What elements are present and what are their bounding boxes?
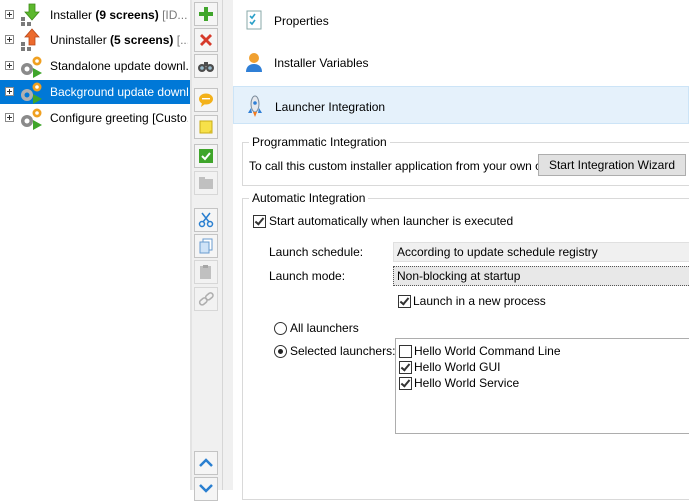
add-button[interactable]	[194, 2, 218, 26]
move-up-button[interactable]	[194, 451, 218, 475]
tree-item-label: Background update downl...	[50, 85, 188, 99]
group-title: Programmatic Integration	[249, 135, 390, 149]
start-automatically-label[interactable]: Start automatically when launcher is exe…	[269, 214, 513, 228]
launcher-label: Hello World Service	[414, 376, 520, 390]
expand-icon[interactable]	[5, 87, 14, 96]
chevron-up-icon	[199, 458, 213, 467]
tree-item-label: Installer (9 screens) [ID...	[50, 8, 188, 22]
paste-button[interactable]	[194, 260, 218, 284]
folder-icon	[199, 177, 213, 189]
tree-item-label: Uninstaller (5 screens) [...	[50, 33, 188, 47]
splitter[interactable]	[222, 0, 233, 490]
category-installer-variables[interactable]: Installer Variables	[233, 43, 689, 81]
user-icon	[246, 53, 262, 72]
copy-button[interactable]	[194, 234, 218, 258]
tree-item-background-update[interactable]: Background update downl...	[0, 80, 190, 104]
launch-new-process-checkbox[interactable]	[398, 295, 411, 308]
selected-launchers-radio[interactable]	[274, 345, 287, 358]
tree-item-configure-greeting[interactable]: Configure greeting [Custo...	[0, 106, 190, 130]
category-properties[interactable]: Properties	[233, 1, 689, 39]
screen-tree[interactable]: Installer (9 screens) [ID... Uninstaller…	[0, 0, 190, 490]
expand-icon[interactable]	[5, 35, 14, 44]
check-icon	[199, 149, 213, 163]
launch-new-process-label[interactable]: Launch in a new process	[413, 294, 546, 308]
properties-icon	[246, 10, 262, 30]
category-launcher-integration[interactable]: Launcher Integration	[233, 86, 689, 124]
all-launchers-radio[interactable]	[274, 322, 287, 335]
tree-item-uninstaller[interactable]: Uninstaller (5 screens) [...	[0, 28, 190, 52]
gear-run-icon	[21, 82, 42, 104]
group-button[interactable]	[194, 171, 218, 195]
group-title: Automatic Integration	[249, 191, 369, 205]
launcher-checkbox[interactable]	[399, 361, 412, 374]
category-label: Properties	[274, 14, 329, 28]
list-item[interactable]: Hello World Command Line	[399, 343, 679, 359]
tree-item-standalone-update[interactable]: Standalone update downl...	[0, 54, 190, 78]
vertical-toolbar	[192, 0, 222, 501]
launcher-checkbox[interactable]	[399, 377, 412, 390]
list-item[interactable]: Hello World Service	[399, 375, 679, 391]
copy-icon	[199, 238, 213, 254]
add-icon	[199, 7, 213, 21]
note-icon	[199, 120, 213, 134]
expand-icon[interactable]	[5, 10, 14, 19]
find-button[interactable]	[194, 54, 218, 78]
expand-icon[interactable]	[5, 61, 14, 70]
link-button[interactable]	[194, 287, 218, 311]
tree-item-installer[interactable]: Installer (9 screens) [ID...	[0, 3, 190, 27]
installer-icon	[21, 3, 40, 26]
gear-run-icon	[21, 108, 42, 130]
chevron-down-icon	[199, 484, 213, 493]
uninstaller-icon	[21, 28, 40, 51]
launcher-checkbox[interactable]	[399, 345, 412, 358]
rocket-icon	[248, 95, 262, 117]
start-automatically-checkbox[interactable]	[253, 215, 266, 228]
launchers-list[interactable]: Hello World Command Line Hello World GUI…	[395, 338, 689, 434]
cut-button[interactable]	[194, 208, 218, 232]
launch-mode-select[interactable]: Non-blocking at startup	[393, 266, 689, 286]
move-down-button[interactable]	[194, 477, 218, 501]
comment-button[interactable]	[194, 88, 218, 112]
list-item[interactable]: Hello World GUI	[399, 359, 679, 375]
launch-schedule-select[interactable]: According to update schedule registry	[393, 242, 689, 262]
binoculars-icon	[198, 62, 214, 72]
note-button[interactable]	[194, 115, 218, 139]
link-icon	[198, 292, 214, 306]
tree-item-label: Standalone update downl...	[50, 59, 188, 73]
tree-item-label: Configure greeting [Custo...	[50, 111, 188, 125]
delete-button[interactable]	[194, 28, 218, 52]
programmatic-integration-group: Programmatic Integration To call this cu…	[242, 135, 689, 186]
launcher-label: Hello World GUI	[414, 360, 501, 374]
launch-mode-label: Launch mode:	[269, 269, 346, 283]
integration-description: To call this custom installer applicatio…	[249, 159, 565, 173]
gear-run-icon	[21, 56, 42, 78]
all-launchers-label[interactable]: All launchers	[290, 321, 359, 335]
category-label: Launcher Integration	[275, 100, 386, 114]
scissors-icon	[198, 212, 214, 228]
delete-icon	[200, 34, 212, 46]
check-button[interactable]	[194, 144, 218, 168]
paste-icon	[200, 265, 211, 279]
launch-schedule-label: Launch schedule:	[269, 245, 364, 259]
start-integration-wizard-button[interactable]: Start Integration Wizard	[538, 154, 686, 176]
comment-icon	[199, 93, 213, 107]
launcher-label: Hello World Command Line	[414, 344, 561, 358]
selected-launchers-label[interactable]: Selected launchers:	[290, 344, 395, 358]
category-label: Installer Variables	[274, 56, 369, 70]
expand-icon[interactable]	[5, 113, 14, 122]
